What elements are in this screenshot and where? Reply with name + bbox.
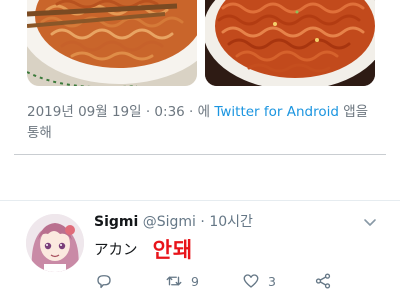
author-handle[interactable]: @Sigmi: [143, 214, 196, 230]
source-suffix: 앱을: [343, 104, 369, 120]
tweet-actions: 9 3: [0, 271, 400, 291]
share-icon: [315, 273, 331, 289]
author-name[interactable]: Sigmi: [94, 214, 138, 230]
tweet-time[interactable]: 10시간: [209, 214, 253, 230]
tweet-text: アカン 안돼: [94, 234, 193, 264]
timestamp: 2019년 09월 19일 · 0:36 · 에: [27, 104, 211, 120]
tweet-text-japanese: アカン: [94, 242, 138, 259]
chevron-down-icon[interactable]: [362, 215, 378, 229]
reply-button[interactable]: [95, 271, 113, 291]
retweet-count: 9: [191, 273, 199, 289]
like-button[interactable]: 3: [242, 271, 276, 291]
heart-icon: [243, 274, 259, 288]
noodle-photo-right[interactable]: [205, 0, 375, 86]
tweet-media: [27, 0, 375, 86]
header-separator: ·: [200, 214, 205, 230]
source-suffix-2: 통해: [27, 125, 52, 141]
avatar[interactable]: [26, 214, 84, 272]
retweet-icon: [166, 276, 182, 286]
tweet-text-highlight: 안돼: [152, 238, 194, 262]
tweet-timestamp-line: 2019년 09월 19일 · 0:36 · 에 Twitter for And…: [27, 102, 377, 144]
conversation-gap: [0, 155, 400, 200]
source-app-link[interactable]: Twitter for Android: [214, 104, 339, 120]
reply-separator: [0, 200, 400, 201]
share-button[interactable]: [314, 271, 332, 291]
tweet-header: Sigmi @Sigmi · 10시간: [94, 212, 253, 232]
retweet-button[interactable]: 9: [165, 271, 199, 291]
noodle-photo-left[interactable]: [27, 0, 197, 86]
reply-icon: [97, 275, 111, 289]
like-count: 3: [268, 273, 276, 289]
